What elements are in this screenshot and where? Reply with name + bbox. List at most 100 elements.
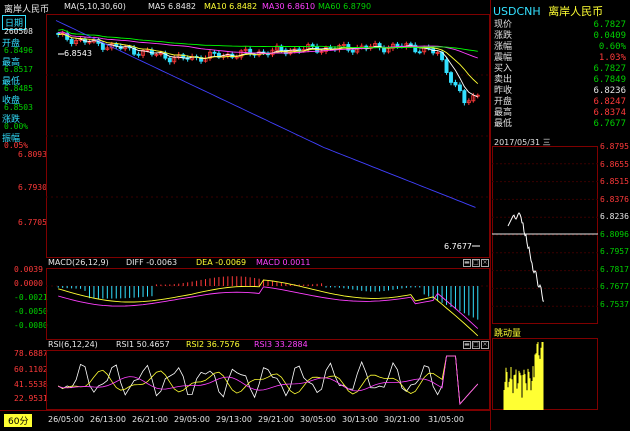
rsi-restore-icon[interactable]: □: [472, 341, 480, 349]
rsi3-line: [58, 355, 479, 405]
rsi1-value: RSI1 50.4657: [116, 340, 170, 349]
low-marker: 6.7677: [444, 242, 472, 251]
quote-name: 离岸人民币: [548, 5, 604, 18]
quote-row: 昨收 6.8236: [492, 86, 628, 97]
intraday-tick: 6.7677: [600, 282, 629, 291]
candle-body: [395, 43, 400, 47]
rsi-tick: 22.9531: [14, 394, 48, 403]
quote-title: USDCNH 离岸人民币: [493, 3, 603, 19]
time-tick: 26/13:00: [90, 415, 126, 424]
rsi-chart[interactable]: [46, 350, 490, 410]
rsi-close-icon[interactable]: ×: [481, 341, 489, 349]
intraday-tick: 6.8795: [600, 142, 629, 151]
quote-row-value: 6.8374: [593, 108, 626, 118]
macd-restore-icon[interactable]: □: [472, 259, 480, 267]
quote-row: 现价 6.7827: [492, 20, 628, 31]
quote-row: 涨跌 0.0409: [492, 31, 628, 42]
candle-body: [167, 57, 172, 63]
macd-tick: 0.0039: [14, 265, 43, 274]
quote-row-value: 6.7827: [593, 64, 626, 74]
quote-row: 买入 6.7827: [492, 64, 628, 75]
quote-row-label: 最低: [494, 119, 513, 129]
quote-row-label: 涨幅: [494, 42, 513, 52]
quote-row-label: 卖出: [494, 75, 513, 85]
ma30-value: MA30 6.8610: [262, 2, 316, 11]
macd-chart[interactable]: [46, 268, 490, 340]
kline-chart[interactable]: 6.8543 6.7677: [46, 14, 490, 258]
candle-body: [457, 84, 462, 92]
candle-body: [444, 59, 449, 73]
left-info-panel: 日期 260508 开盘 6.8496 最高 6.8517 最低 6.8485 …: [0, 14, 46, 154]
low-value: 6.8485: [4, 84, 33, 93]
macd-tick: -0.0050: [14, 307, 48, 316]
rsi-tick: 41.5538: [14, 380, 48, 389]
price-tick: 6.7930: [18, 183, 47, 192]
ma60-value: MA60 6.8790: [318, 2, 372, 11]
rsi-title: RSI(6,12,24): [48, 340, 98, 349]
time-tick: 30/21:00: [384, 415, 420, 424]
quote-code: USDCNH: [493, 5, 541, 18]
chart-header: 离岸人民币 MA(5,10,30,60) MA5 6.8482 MA10 6.8…: [0, 0, 490, 15]
high-value: 6.8517: [4, 65, 33, 74]
candle-body: [136, 53, 141, 56]
quote-row-label: 涨跌: [494, 31, 513, 41]
macd-tick: -0.0080: [14, 321, 48, 330]
quote-row: 涨幅 0.60%: [492, 42, 628, 53]
intraday-tick: 6.8236: [600, 212, 629, 221]
volatility-chart[interactable]: [492, 338, 598, 410]
macd-header: MACD(26,12,9) DIFF -0.0063 DEA -0.0069 M…: [46, 258, 490, 268]
quote-row: 开盘 6.8247: [492, 97, 628, 108]
candle-body: [69, 39, 74, 44]
quote-row: 最高 6.8374: [492, 108, 628, 119]
time-tick: 30/13:00: [342, 415, 378, 424]
intraday-tick: 6.8655: [600, 159, 629, 169]
quote-row-label: 最高: [494, 108, 513, 118]
rsi-minimize-icon[interactable]: ▬: [463, 341, 471, 349]
candle-body: [453, 81, 458, 86]
quote-row-value: 6.7849: [593, 75, 626, 85]
candle-body: [462, 90, 467, 104]
close-value: 6.8503: [4, 103, 33, 112]
time-tick: 29/05:00: [174, 415, 210, 424]
time-tick: 29/13:00: [216, 415, 252, 424]
change-value: 0.00%: [4, 122, 29, 131]
candle-body: [449, 72, 453, 83]
candle-body: [212, 51, 217, 54]
time-tick: 30/05:00: [300, 415, 336, 424]
quote-row: 震幅 1.03%: [492, 53, 628, 64]
macd-diff: DIFF -0.0063: [126, 258, 178, 267]
macd-dea: DEA -0.0069: [196, 258, 247, 267]
quote-row-label: 昨收: [494, 86, 513, 96]
quote-row: 最低 6.7677: [492, 119, 628, 130]
intraday-tick: 6.7817: [600, 264, 629, 274]
time-tick: 26/21:00: [132, 415, 168, 424]
ma10-value: MA10 6.8482: [204, 2, 258, 11]
quote-row-value: 6.8247: [593, 97, 626, 107]
time-tick: 31/05:00: [428, 415, 464, 424]
quote-row-value: 0.60%: [598, 42, 626, 52]
rsi2-line: [58, 355, 479, 405]
ma-label[interactable]: MA(5,10,30,60): [64, 2, 126, 11]
quote-row-value: 0.0409: [593, 31, 626, 41]
quote-row-label: 买入: [494, 64, 513, 74]
candle-body: [350, 49, 355, 53]
intraday-tick: 6.8096: [600, 229, 629, 239]
intraday-tick: 6.8515: [600, 177, 629, 186]
high-marker: 6.8543: [64, 49, 92, 58]
date-value: 260508: [4, 27, 33, 36]
intraday-chart[interactable]: [492, 146, 598, 324]
macd-frame: [46, 268, 490, 340]
macd-value: MACD 0.0011: [256, 258, 311, 267]
time-tick: 26/05:00: [48, 415, 84, 424]
quote-row-label: 开盘: [494, 97, 513, 107]
candle-body: [417, 51, 422, 54]
period-button[interactable]: 60分: [4, 414, 33, 427]
rsi2-value: RSI2 36.7576: [186, 340, 240, 349]
macd-close-icon[interactable]: ×: [481, 259, 489, 267]
quote-row-value: 1.03%: [598, 53, 626, 63]
quote-row-value: 6.8236: [593, 86, 626, 96]
macd-tick: -0.0021: [14, 293, 48, 302]
time-axis: 60分 26/05:00 26/13:00 26/21:00 29/05:00 …: [0, 410, 490, 431]
rsi-tick: 78.6887: [14, 349, 48, 358]
macd-minimize-icon[interactable]: ▬: [463, 259, 471, 267]
